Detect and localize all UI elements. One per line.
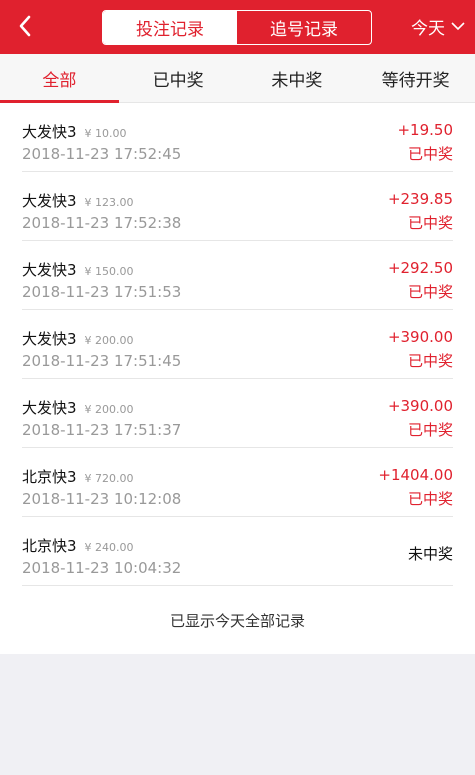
day-filter-dropdown[interactable]: 今天: [411, 14, 465, 39]
status-label: 已中奖: [407, 421, 453, 439]
bet-amount: ¥ 123.00: [84, 196, 134, 209]
bet-time: 2018-11-23 17:52:45: [22, 145, 182, 163]
profit-amount: +390.00: [387, 328, 453, 346]
chevron-left-icon: [19, 15, 31, 37]
profit-amount: +1404.00: [378, 466, 453, 484]
lottery-name: 大发快3: [22, 123, 77, 141]
bet-time: 2018-11-23 10:12:08: [22, 490, 182, 508]
bet-amount: ¥ 150.00: [84, 265, 134, 278]
bet-time: 2018-11-23 17:52:38: [22, 214, 182, 232]
bet-amount: ¥ 10.00: [84, 127, 127, 140]
lottery-name: 北京快3: [22, 468, 77, 486]
tab-bet-records[interactable]: 投注记录: [103, 11, 237, 44]
bet-amount: ¥ 200.00: [84, 403, 134, 416]
tab-won[interactable]: 已中奖: [119, 54, 238, 102]
list-end-notice: 已显示今天全部记录: [0, 586, 475, 654]
tab-not-won[interactable]: 未中奖: [238, 54, 357, 102]
record-row[interactable]: 大发快3 ¥ 10.00 2018-11-23 17:52:45 +19.50 已…: [22, 103, 453, 172]
back-button[interactable]: [14, 12, 36, 40]
bet-time: 2018-11-23 17:51:53: [22, 283, 182, 301]
lottery-name: 北京快3: [22, 537, 77, 555]
status-label: 已中奖: [407, 490, 453, 508]
status-label: 未中奖: [407, 545, 453, 563]
profit-amount: +292.50: [387, 259, 453, 277]
tab-all[interactable]: 全部: [0, 54, 119, 103]
app-header: 投注记录 追号记录 今天: [0, 0, 475, 54]
record-list: 大发快3 ¥ 10.00 2018-11-23 17:52:45 +19.50 已…: [0, 103, 475, 586]
bet-amount: ¥ 200.00: [84, 334, 134, 347]
profit-amount: +390.00: [387, 397, 453, 415]
status-label: 已中奖: [407, 283, 453, 301]
status-tabs: 全部 已中奖 未中奖 等待开奖: [0, 54, 475, 103]
lottery-name: 大发快3: [22, 330, 77, 348]
tab-pending[interactable]: 等待开奖: [356, 54, 475, 102]
record-row[interactable]: 北京快3 ¥ 720.00 2018-11-23 10:12:08 +1404.0…: [22, 448, 453, 517]
record-row[interactable]: 大发快3 ¥ 150.00 2018-11-23 17:51:53 +292.50…: [22, 241, 453, 310]
bet-time: 2018-11-23 10:04:32: [22, 559, 182, 577]
lottery-name: 大发快3: [22, 192, 77, 210]
bet-amount: ¥ 240.00: [84, 541, 134, 554]
chevron-down-icon: [451, 22, 465, 31]
day-filter-label: 今天: [411, 19, 445, 39]
tab-chase-records[interactable]: 追号记录: [237, 11, 371, 44]
record-row[interactable]: 大发快3 ¥ 123.00 2018-11-23 17:52:38 +239.85…: [22, 172, 453, 241]
record-row[interactable]: 大发快3 ¥ 200.00 2018-11-23 17:51:37 +390.00…: [22, 379, 453, 448]
record-row[interactable]: 大发快3 ¥ 200.00 2018-11-23 17:51:45 +390.00…: [22, 310, 453, 379]
profit-amount: +19.50: [397, 121, 453, 139]
bet-time: 2018-11-23 17:51:37: [22, 421, 182, 439]
status-label: 已中奖: [407, 145, 453, 163]
lottery-name: 大发快3: [22, 399, 77, 417]
bet-time: 2018-11-23 17:51:45: [22, 352, 182, 370]
lottery-name: 大发快3: [22, 261, 77, 279]
record-row[interactable]: 北京快3 ¥ 240.00 2018-11-23 10:04:32 未中奖: [22, 517, 453, 586]
status-label: 已中奖: [407, 352, 453, 370]
status-label: 已中奖: [407, 214, 453, 232]
bet-amount: ¥ 720.00: [84, 472, 134, 485]
profit-amount: +239.85: [387, 190, 453, 208]
record-type-switch: 投注记录 追号记录: [102, 10, 372, 45]
